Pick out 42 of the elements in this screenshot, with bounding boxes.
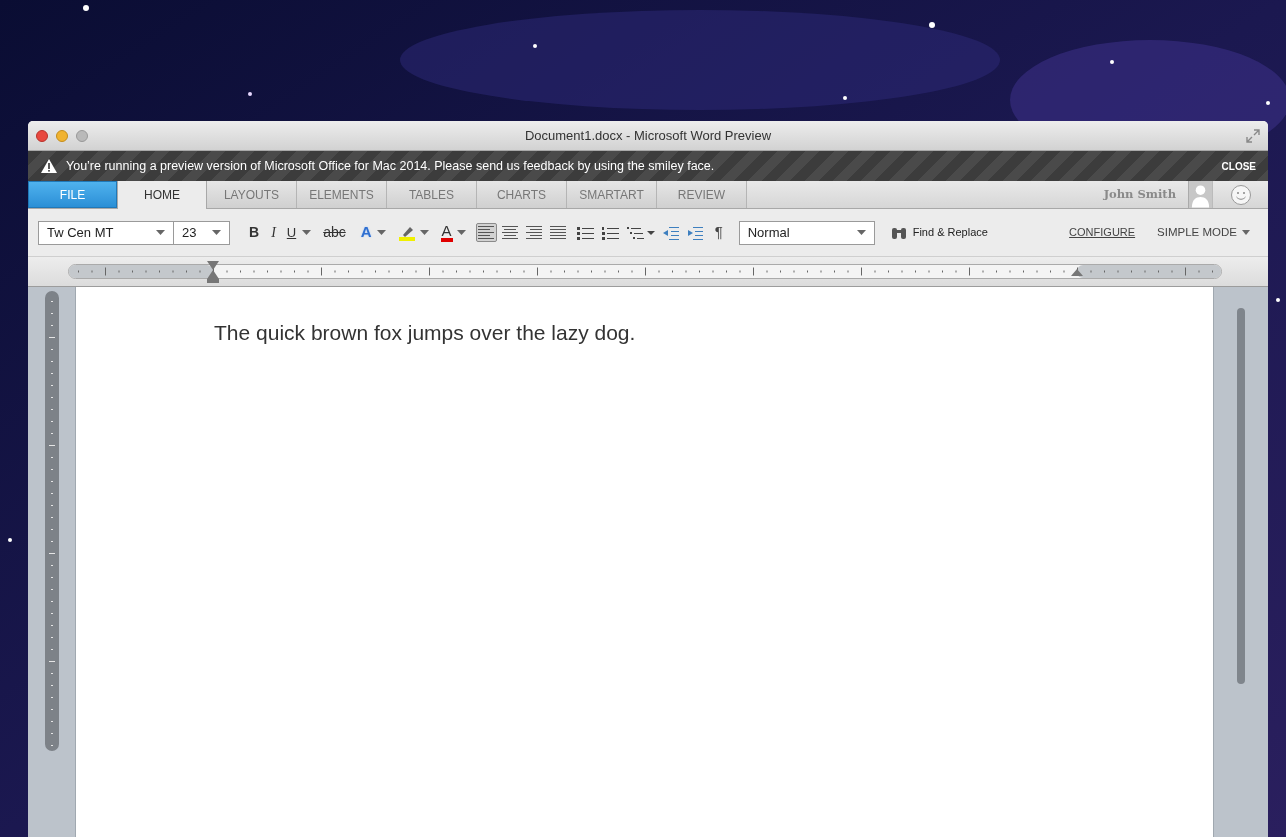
highlighter-icon	[398, 224, 415, 241]
caret-icon[interactable]	[456, 230, 466, 235]
caret-icon[interactable]	[302, 230, 312, 235]
strikethrough-button[interactable]: abc	[321, 222, 348, 243]
decrease-indent-icon[interactable]	[662, 225, 679, 240]
italic-button[interactable]: I	[268, 222, 279, 243]
caret-icon	[856, 230, 866, 235]
paragraph-mark-button[interactable]: ¶	[710, 221, 727, 244]
warning-icon	[40, 158, 58, 174]
fullscreen-icon[interactable]	[1246, 128, 1260, 143]
bold-button[interactable]: B	[246, 222, 263, 243]
banner-message: You’re running a preview version of Microsoft Office for Mac 2014. Please send us feedback by using the smiley face.	[66, 157, 715, 175]
text-effects-button[interactable]: A	[359, 221, 373, 244]
caret-icon	[1242, 230, 1250, 235]
multilevel-list-icon[interactable]	[626, 225, 655, 240]
configure-link[interactable]: CONFIGURE	[1069, 224, 1136, 241]
font-dropdown[interactable]: Tw Cen MT	[38, 220, 174, 245]
font-size-dropdown[interactable]: 23	[174, 220, 230, 245]
bullet-list-icon[interactable]	[576, 225, 594, 240]
underline-button[interactable]: U	[284, 222, 299, 243]
highlight-button[interactable]	[397, 224, 416, 241]
close-window-button[interactable]	[36, 129, 48, 142]
caret-icon[interactable]	[419, 230, 429, 235]
window-title: Document1.docx - Microsoft Word Preview	[523, 126, 773, 145]
increase-indent-icon[interactable]	[686, 225, 703, 240]
align-left-button[interactable]	[475, 223, 497, 242]
caret-icon[interactable]	[376, 230, 386, 235]
scrollbar-thumb[interactable]	[1237, 308, 1245, 684]
document-text: The quick brown fox jumps over the lazy dog.	[214, 320, 637, 346]
justify-button[interactable]	[547, 223, 569, 242]
numbered-list-icon[interactable]	[601, 225, 619, 240]
style-dropdown[interactable]: Normal	[738, 220, 875, 245]
ribbon-tab[interactable]: HOME	[117, 181, 207, 209]
caret-icon	[212, 230, 221, 235]
simple-mode-dropdown[interactable]: SIMPLE MODE	[1157, 223, 1250, 242]
close-banner-button[interactable]: CLOSE	[1221, 158, 1256, 174]
caret-icon	[156, 230, 165, 235]
binoculars-icon	[890, 225, 907, 240]
align-center-button[interactable]	[499, 223, 521, 242]
font-color-button[interactable]: A	[440, 223, 453, 242]
align-right-button[interactable]	[523, 223, 545, 242]
find-replace-button[interactable]: Find & Replace	[890, 224, 988, 241]
